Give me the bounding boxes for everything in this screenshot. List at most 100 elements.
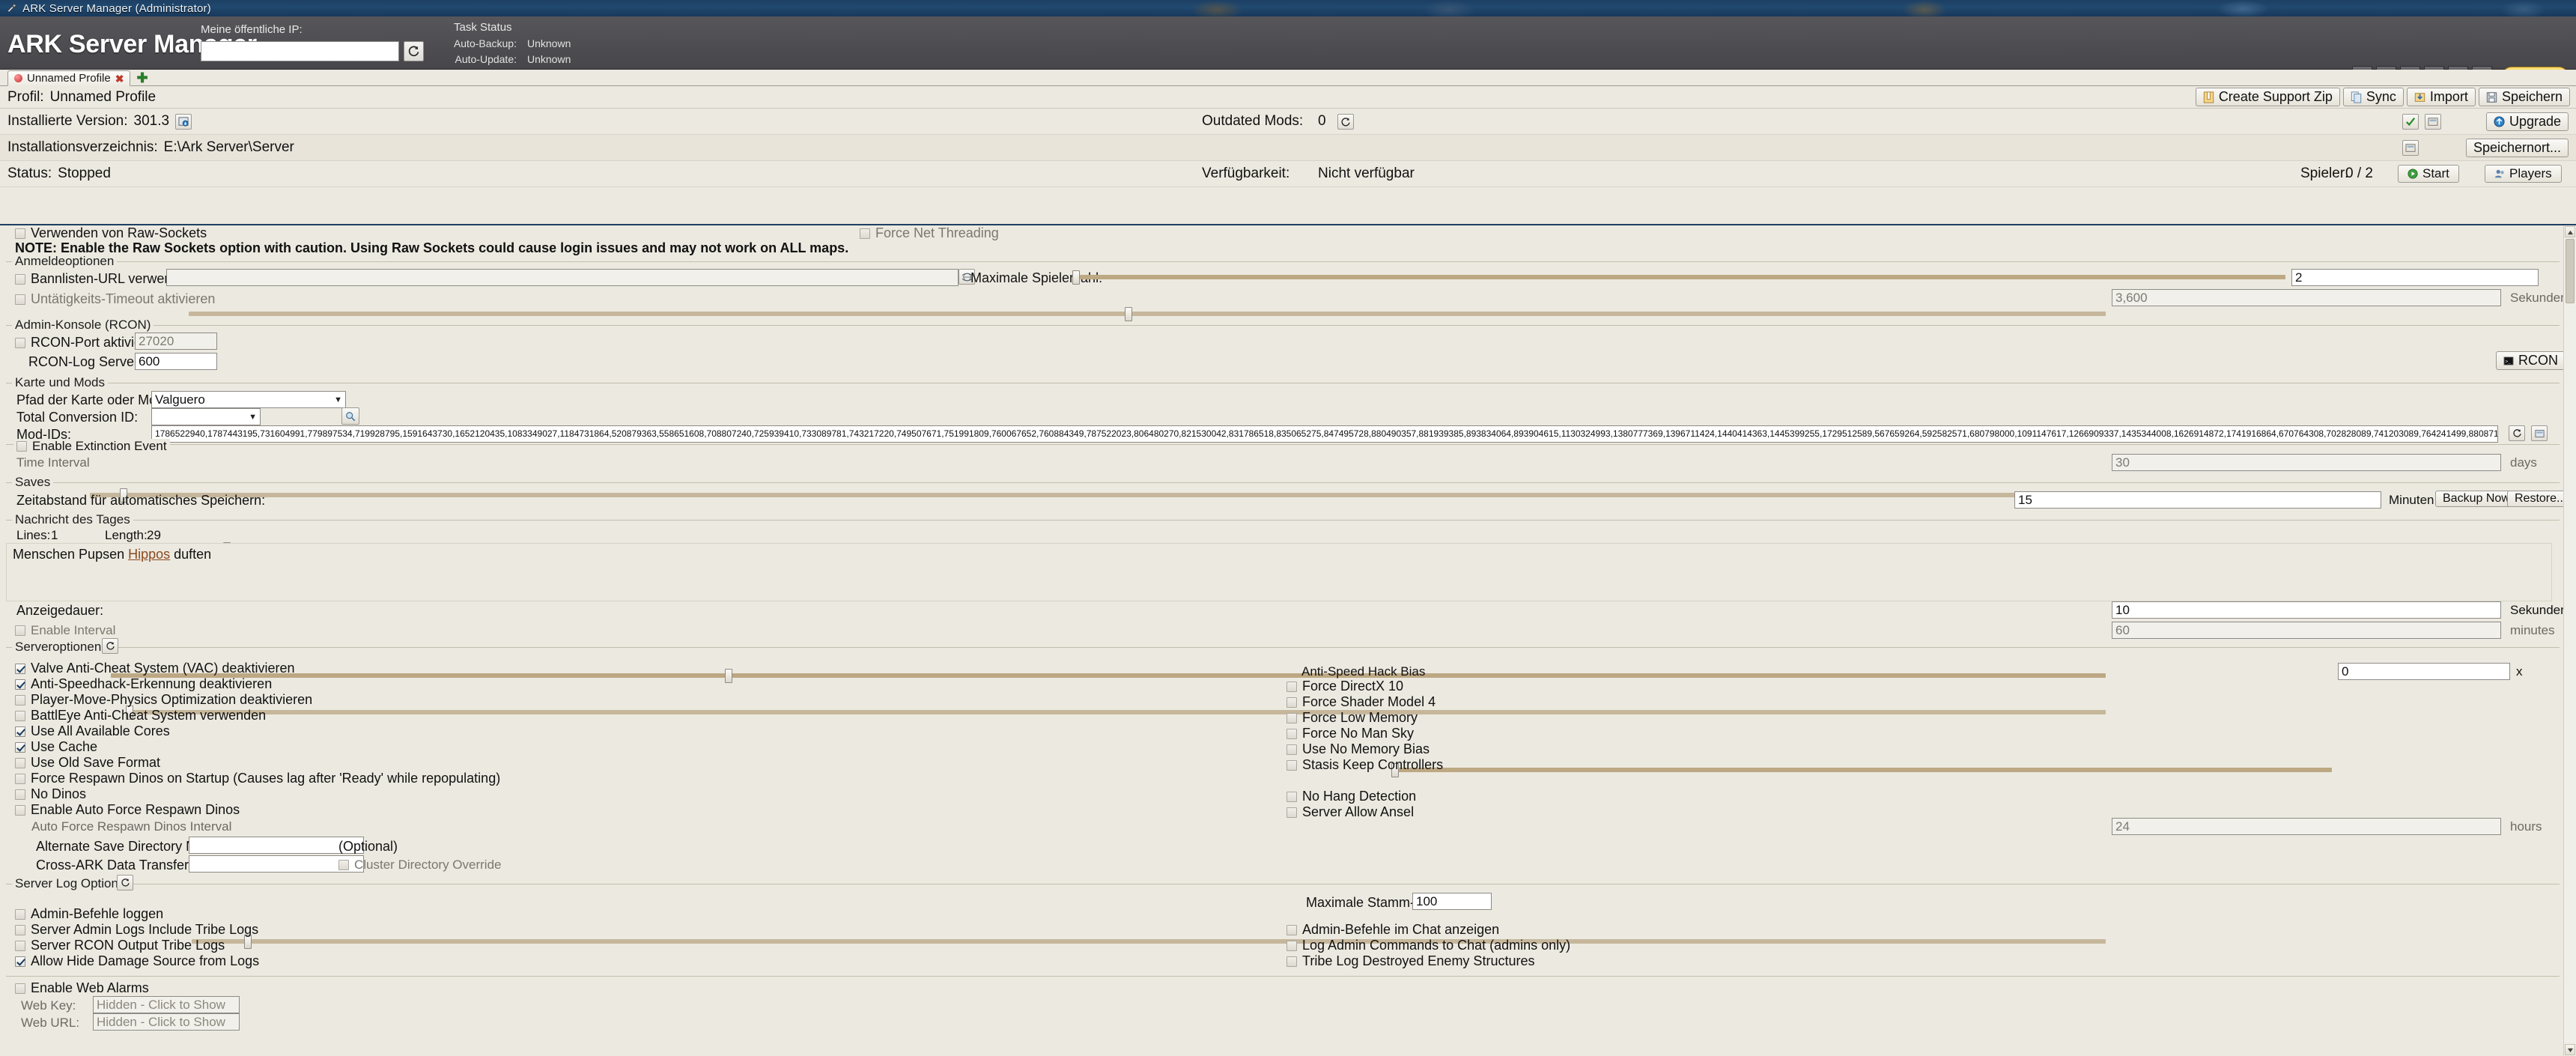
server-option-row[interactable]: Use Old Save Format xyxy=(15,755,160,771)
motd-duration-slider[interactable] xyxy=(111,667,2106,684)
extinction-event-checkbox[interactable] xyxy=(16,441,27,452)
motd-interval-slider[interactable] xyxy=(126,704,2106,720)
banlist-url-input[interactable] xyxy=(166,269,959,286)
extinction-event-row[interactable]: Enable Extinction Event xyxy=(13,439,170,454)
server-option-row[interactable]: Anti-Speedhack-Erkennung deaktivieren xyxy=(15,676,272,692)
mod-ids-input[interactable]: 1786522940,1787443195,731604991,77989753… xyxy=(151,425,2498,443)
refresh-public-ip-button[interactable] xyxy=(404,41,424,61)
mod-ids-folder-button[interactable] xyxy=(2531,425,2548,441)
max-tribe-logs-input[interactable]: 100 xyxy=(1412,893,1492,910)
option-shader-model-checkbox[interactable] xyxy=(1287,697,1297,708)
motd-interval-value[interactable]: 60 xyxy=(2112,622,2501,639)
upgrade-button[interactable]: Upgrade xyxy=(2485,112,2569,131)
create-support-zip-button[interactable]: Create Support Zip xyxy=(2195,88,2340,106)
server-option-row[interactable]: Use Cache xyxy=(15,739,97,755)
option-speedhack-checkbox[interactable] xyxy=(15,679,25,690)
slider-thumb[interactable] xyxy=(1125,307,1132,321)
option-no-dinos-checkbox[interactable] xyxy=(15,789,25,800)
force-net-threading-checkbox[interactable] xyxy=(860,228,870,239)
server-option-row[interactable]: Server Allow Ansel xyxy=(1287,804,1414,820)
server-option-row[interactable]: Enable Auto Force Respawn Dinos xyxy=(15,802,240,818)
reset-server-log-options-button[interactable] xyxy=(117,875,133,890)
option-use-cache-checkbox[interactable] xyxy=(15,741,25,753)
scroll-up-button[interactable] xyxy=(2565,226,2575,237)
cluster-override-row[interactable]: Cluster Directory Override xyxy=(338,858,502,873)
option-no-memory-bias-checkbox[interactable] xyxy=(1287,744,1297,755)
idle-timeout-value[interactable]: 3,600 xyxy=(2112,289,2501,306)
browse-install-dir-button[interactable] xyxy=(2402,140,2419,156)
open-folder-button[interactable] xyxy=(2425,114,2441,130)
mod-search-button[interactable] xyxy=(341,407,359,425)
option-admin-logs-tribe-checkbox[interactable] xyxy=(15,924,25,935)
refresh-outdated-mods-button[interactable] xyxy=(1337,114,1354,130)
log-option-row[interactable]: Server RCON Output Tribe Logs xyxy=(15,938,225,953)
autosave-value[interactable]: 15 xyxy=(2014,491,2381,509)
option-stasis-keep-checkbox[interactable] xyxy=(1287,759,1297,771)
option-old-save-checkbox[interactable] xyxy=(15,757,25,768)
auto-respawn-interval-slider[interactable] xyxy=(192,933,2106,950)
option-all-cores-checkbox[interactable] xyxy=(15,726,25,737)
server-option-row[interactable]: Use No Memory Bias xyxy=(1287,741,1430,757)
option-no-hang-checkbox[interactable] xyxy=(1287,791,1297,802)
banlist-url-checkbox[interactable] xyxy=(15,273,25,285)
slider-thumb[interactable] xyxy=(1072,270,1080,285)
server-option-row[interactable]: Force No Man Sky xyxy=(1287,726,1414,741)
scrollbar-thumb[interactable] xyxy=(2566,239,2575,303)
server-option-row[interactable]: No Hang Detection xyxy=(1287,789,1416,804)
server-option-row[interactable]: Force Low Memory xyxy=(1287,710,1418,726)
raw-sockets-row[interactable]: Verwenden von Raw-Sockets xyxy=(15,225,207,241)
option-allow-ansel-checkbox[interactable] xyxy=(1287,807,1297,818)
option-low-memory-checkbox[interactable] xyxy=(1287,712,1297,723)
force-net-threading-row[interactable]: Force Net Threading xyxy=(860,225,999,241)
time-interval-slider[interactable] xyxy=(90,487,2106,503)
close-icon[interactable]: ✖ xyxy=(115,73,124,84)
tab-unnamed-profile[interactable]: Unnamed Profile ✖ xyxy=(7,70,131,86)
option-show-admin-chat-checkbox[interactable] xyxy=(1287,924,1297,935)
alt-save-dir-input[interactable] xyxy=(189,837,364,854)
cluster-override-checkbox[interactable] xyxy=(338,860,349,870)
backup-now-button[interactable]: Backup Now xyxy=(2435,491,2518,507)
option-auto-respawn-checkbox[interactable] xyxy=(15,804,25,816)
update-version-button[interactable] xyxy=(175,113,192,130)
option-battleye-checkbox[interactable] xyxy=(15,710,25,721)
max-players-value[interactable]: 2 xyxy=(2291,269,2539,286)
cluster-id-input[interactable] xyxy=(189,855,364,873)
log-option-row[interactable]: Admin-Befehle loggen xyxy=(15,906,163,922)
server-option-row[interactable]: Force DirectX 10 xyxy=(1287,679,1403,694)
log-option-row[interactable]: Server Admin Logs Include Tribe Logs xyxy=(15,922,258,938)
raw-sockets-checkbox[interactable] xyxy=(15,228,25,239)
option-directx10-checkbox[interactable] xyxy=(1287,681,1297,692)
idle-timeout-checkbox[interactable] xyxy=(15,294,25,305)
scroll-down-button[interactable] xyxy=(2565,1044,2575,1055)
option-tribe-log-destroyed-checkbox[interactable] xyxy=(1287,956,1297,967)
motd-interval-row[interactable]: Enable Interval xyxy=(15,623,115,638)
anti-speed-hack-bias-value[interactable]: 0 xyxy=(2338,663,2510,680)
log-option-row[interactable]: Admin-Befehle im Chat anzeigen xyxy=(1287,922,1499,938)
validate-button[interactable] xyxy=(2402,114,2419,130)
slider-thumb[interactable] xyxy=(725,669,732,683)
motd-link-word[interactable]: Hippos xyxy=(128,547,170,562)
save-button[interactable]: Speichern xyxy=(2478,88,2570,106)
mod-ids-refresh-button[interactable] xyxy=(2509,425,2525,441)
web-alarms-row[interactable]: Enable Web Alarms xyxy=(15,980,149,996)
rcon-buffer-input[interactable]: 600 xyxy=(135,353,217,370)
save-location-button[interactable]: Speichernort... xyxy=(2465,139,2569,157)
server-option-row[interactable]: Use All Available Cores xyxy=(15,723,170,739)
add-tab-icon[interactable]: ✚ xyxy=(136,71,148,85)
rcon-open-button[interactable]: >_ RCON xyxy=(2496,351,2566,370)
option-hide-damage-source-checkbox[interactable] xyxy=(15,956,25,967)
idle-timeout-row[interactable]: Untätigkeits-Timeout aktivieren xyxy=(15,291,215,307)
web-url-input[interactable]: Hidden - Click to Show xyxy=(93,1013,240,1031)
map-path-select[interactable]: Valguero ▼ xyxy=(151,391,346,408)
option-log-admin-chat-checkbox[interactable] xyxy=(1287,940,1297,951)
idle-timeout-slider[interactable] xyxy=(189,306,2106,322)
log-option-row[interactable]: Allow Hide Damage Source from Logs xyxy=(15,953,259,969)
server-option-row[interactable]: BattlEye Anti-Cheat System verwenden xyxy=(15,708,266,723)
server-option-row[interactable]: Stasis Keep Controllers xyxy=(1287,757,1443,773)
web-key-input[interactable]: Hidden - Click to Show xyxy=(93,996,240,1013)
option-vac-checkbox[interactable] xyxy=(15,663,25,674)
anti-speed-hack-bias-slider[interactable] xyxy=(1391,762,2332,778)
auto-respawn-interval-value[interactable]: 24 xyxy=(2112,818,2501,835)
server-option-row[interactable]: Force Respawn Dinos on Startup (Causes l… xyxy=(15,771,500,786)
motd-duration-value[interactable]: 10 xyxy=(2112,601,2501,619)
